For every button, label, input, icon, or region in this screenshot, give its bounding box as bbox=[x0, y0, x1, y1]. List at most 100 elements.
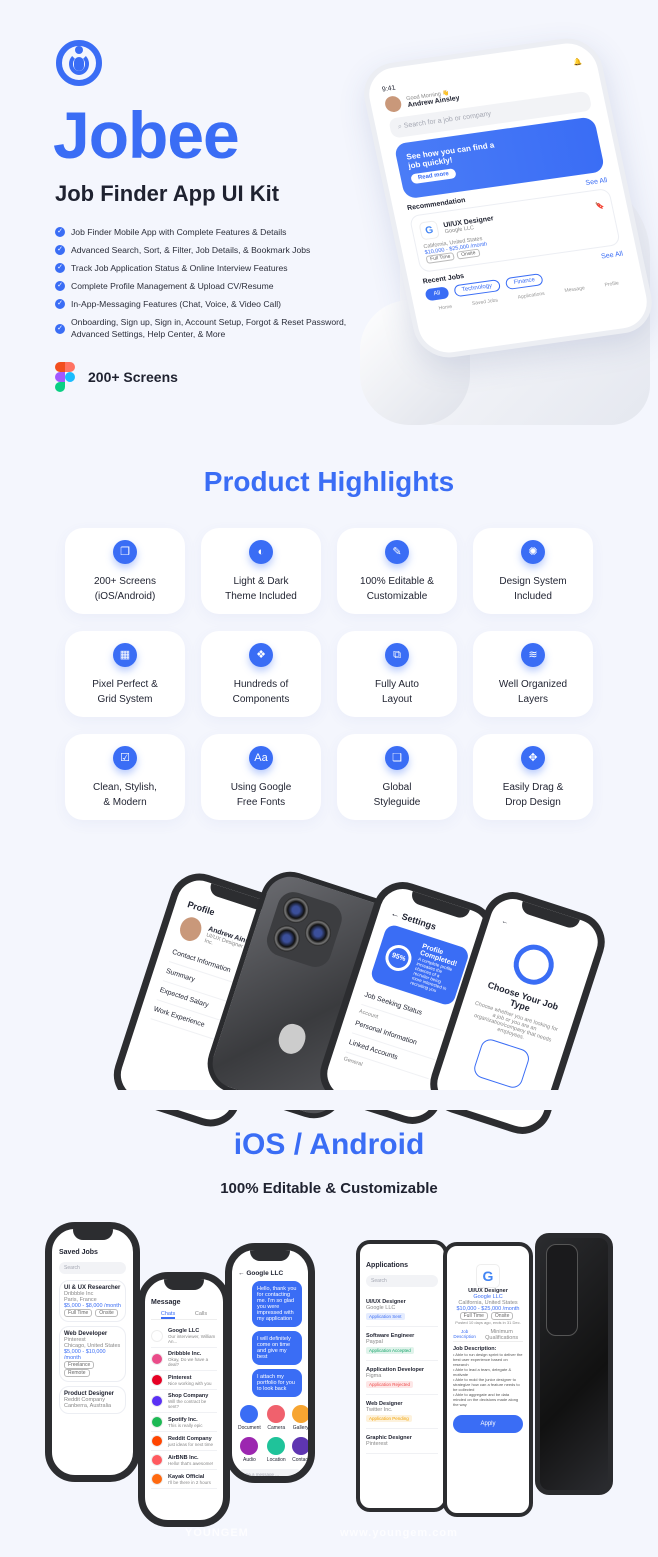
chat-preview: Pinterest Nice working with you bbox=[168, 1375, 212, 1386]
highlight-card: ✥ Easily Drag & Drop Design bbox=[473, 734, 593, 820]
highlight-label-line: Grid System bbox=[97, 694, 153, 705]
chat-list-item[interactable]: Spotify Inc. This is really epic bbox=[151, 1413, 217, 1432]
highlight-label-line: Design System bbox=[499, 576, 567, 587]
avatar bbox=[177, 914, 205, 944]
chat-list-item[interactable]: Google LLC Our interviewer, William An... bbox=[151, 1325, 217, 1348]
company-avatar bbox=[151, 1395, 163, 1407]
notification-icon[interactable]: 🔔 bbox=[572, 57, 583, 66]
chat-list-item[interactable]: Kayak Official I'll be there in 2 hours bbox=[151, 1470, 217, 1489]
chat-list-item[interactable]: Shop Company Will the contract be sent? bbox=[151, 1390, 217, 1413]
nav-item-saved-jobs[interactable]: Saved Jobs bbox=[471, 297, 498, 307]
application-item[interactable]: Software Engineer Paypal Application Accep… bbox=[366, 1327, 438, 1361]
chat-bubble: I attach my portfolio for you to look ba… bbox=[252, 1369, 302, 1397]
attachment-contact[interactable]: Contact bbox=[291, 1437, 310, 1463]
chat-list-item[interactable]: Pinterest Nice working with you bbox=[151, 1371, 217, 1390]
highlight-label: Design System Included bbox=[473, 574, 593, 604]
saved-jobs-phone-mockup: Saved Jobs Search UI & UX Researcher Drib… bbox=[45, 1222, 140, 1482]
status-time: 9:41 bbox=[381, 84, 397, 93]
chat-bubble: I will definitely come on time and give … bbox=[252, 1331, 302, 1365]
screens-count: 200+ Screens bbox=[88, 369, 178, 385]
highlight-label-line: & Modern bbox=[103, 797, 147, 808]
attachment-label: Location bbox=[266, 1457, 286, 1463]
highlight-label-line: Customizable bbox=[366, 591, 428, 602]
company-avatar bbox=[151, 1435, 163, 1447]
tab-calls[interactable]: Calls bbox=[195, 1311, 207, 1319]
chip-technology[interactable]: Technology bbox=[452, 279, 502, 298]
chip-all[interactable]: All bbox=[424, 286, 450, 302]
chat-list-item[interactable]: Reddit Company just ideas for next time bbox=[151, 1432, 217, 1451]
palette-icon: ✺ bbox=[521, 540, 545, 564]
message-input[interactable]: Type a message ... bbox=[238, 1469, 302, 1476]
highlight-label: Global Styleguide bbox=[337, 780, 457, 810]
highlight-label-line: Layout bbox=[381, 694, 413, 705]
highlight-card: Aa Using Google Free Fonts bbox=[201, 734, 321, 820]
tab-minimum-qualifications[interactable]: Minimum Qualifications bbox=[480, 1329, 523, 1341]
feature-item: ✓ Onboarding, Sign up, Sign in, Account S… bbox=[55, 316, 355, 340]
application-item[interactable]: Application Developer Figma Application Re… bbox=[366, 1361, 438, 1395]
nav-item-home[interactable]: Home bbox=[438, 304, 452, 312]
attachment-label: Document bbox=[238, 1425, 261, 1431]
attachment-audio[interactable]: Audio bbox=[238, 1437, 261, 1463]
company: Google LLC bbox=[366, 1305, 396, 1311]
styleguide-icon: ❏ bbox=[385, 746, 409, 770]
copy-icon: ❐ bbox=[113, 540, 137, 564]
google-logo: G bbox=[476, 1264, 500, 1288]
company-avatar bbox=[151, 1353, 163, 1365]
company: Pinterest bbox=[366, 1441, 388, 1447]
tag: Remote bbox=[64, 1369, 90, 1377]
attachment-label: Camera bbox=[267, 1425, 286, 1431]
highlight-label-line: Easily Drag & bbox=[502, 782, 564, 793]
apply-button[interactable]: Apply bbox=[453, 1415, 523, 1433]
nav-item-profile[interactable]: Profile bbox=[604, 280, 619, 288]
nav-item-applications[interactable]: Applications bbox=[517, 291, 545, 301]
job-seeker-option[interactable] bbox=[471, 1036, 532, 1091]
chat-list-item[interactable]: AirBNB Inc. Hello! that's awesome! bbox=[151, 1451, 217, 1470]
bookmark-icon[interactable]: 🔖 bbox=[595, 202, 605, 211]
avatar[interactable] bbox=[383, 95, 403, 114]
application-item[interactable]: UI/UX Designer Google LLC Application Sent bbox=[366, 1293, 438, 1327]
nav-item-message[interactable]: Message bbox=[564, 285, 585, 294]
see-all-link[interactable]: See All bbox=[585, 177, 608, 187]
chat-list-item[interactable]: Dribbble Inc. Okay, Do we have a deal? bbox=[151, 1348, 217, 1371]
figma-icon bbox=[55, 362, 75, 392]
feature-item: ✓ Job Finder Mobile App with Complete Fea… bbox=[55, 226, 355, 238]
jobee-logo bbox=[56, 40, 102, 86]
tab-job-description[interactable]: Job Description bbox=[453, 1329, 476, 1341]
attachment-location[interactable]: Location bbox=[267, 1437, 286, 1463]
read-more-button[interactable]: Read more bbox=[410, 168, 457, 185]
saved-job-card[interactable]: Web Developer Pinterest Chicago, United St… bbox=[59, 1326, 126, 1382]
auto-layout-icon: ⧉ bbox=[385, 643, 409, 667]
application-item[interactable]: Web Designer Twitter Inc. Application Pend… bbox=[366, 1395, 438, 1429]
highlight-label-line: Components bbox=[232, 694, 290, 705]
tag: Full Time bbox=[64, 1309, 93, 1317]
search-input[interactable]: Search bbox=[59, 1262, 126, 1274]
chat-name: Spotify Inc. bbox=[168, 1416, 198, 1423]
status-badge: Application Accepted bbox=[366, 1347, 414, 1354]
see-all-link[interactable]: See All bbox=[601, 251, 624, 261]
saved-job-card[interactable]: UI & UX Researcher Dribbble Inc Paris, Fra… bbox=[59, 1280, 126, 1322]
company: Paypal bbox=[366, 1339, 383, 1345]
saved-job-card[interactable]: Product Designer Reddit Company Canberra, … bbox=[59, 1386, 126, 1414]
company-avatar bbox=[151, 1454, 163, 1466]
move-icon: ✥ bbox=[521, 746, 545, 770]
location: Canberra, Australia bbox=[64, 1403, 112, 1409]
check-square-icon: ☑ bbox=[113, 746, 137, 770]
chat-preview: Reddit Company just ideas for next time bbox=[168, 1436, 213, 1447]
check-circle-icon: ✓ bbox=[55, 227, 65, 237]
attachment-gallery[interactable]: Gallery bbox=[291, 1405, 308, 1431]
watermark-url: www.youngem.com bbox=[340, 1527, 458, 1539]
tab-chats[interactable]: Chats bbox=[160, 1311, 176, 1319]
attachment-document[interactable]: Document bbox=[238, 1405, 261, 1431]
search-input[interactable]: Search bbox=[366, 1275, 438, 1287]
feature-text: Track Job Application Status & Online In… bbox=[71, 263, 288, 273]
highlight-label: 200+ Screens (iOS/Android) bbox=[65, 574, 185, 604]
apple-logo-icon bbox=[274, 1020, 309, 1058]
chip-finance[interactable]: Finance bbox=[504, 273, 545, 291]
salary: $5,000 - $10,000 /month bbox=[64, 1349, 106, 1361]
application-item[interactable]: Graphic Designer Pinterest bbox=[366, 1429, 438, 1454]
highlight-label-line: Layers bbox=[517, 694, 548, 705]
chat-last-message: I'll be there in 2 hours bbox=[168, 1479, 211, 1485]
highlight-label-line: Using Google bbox=[230, 782, 292, 793]
attachment-camera[interactable]: Camera bbox=[267, 1405, 286, 1431]
attachment-label: Contact bbox=[292, 1457, 310, 1463]
